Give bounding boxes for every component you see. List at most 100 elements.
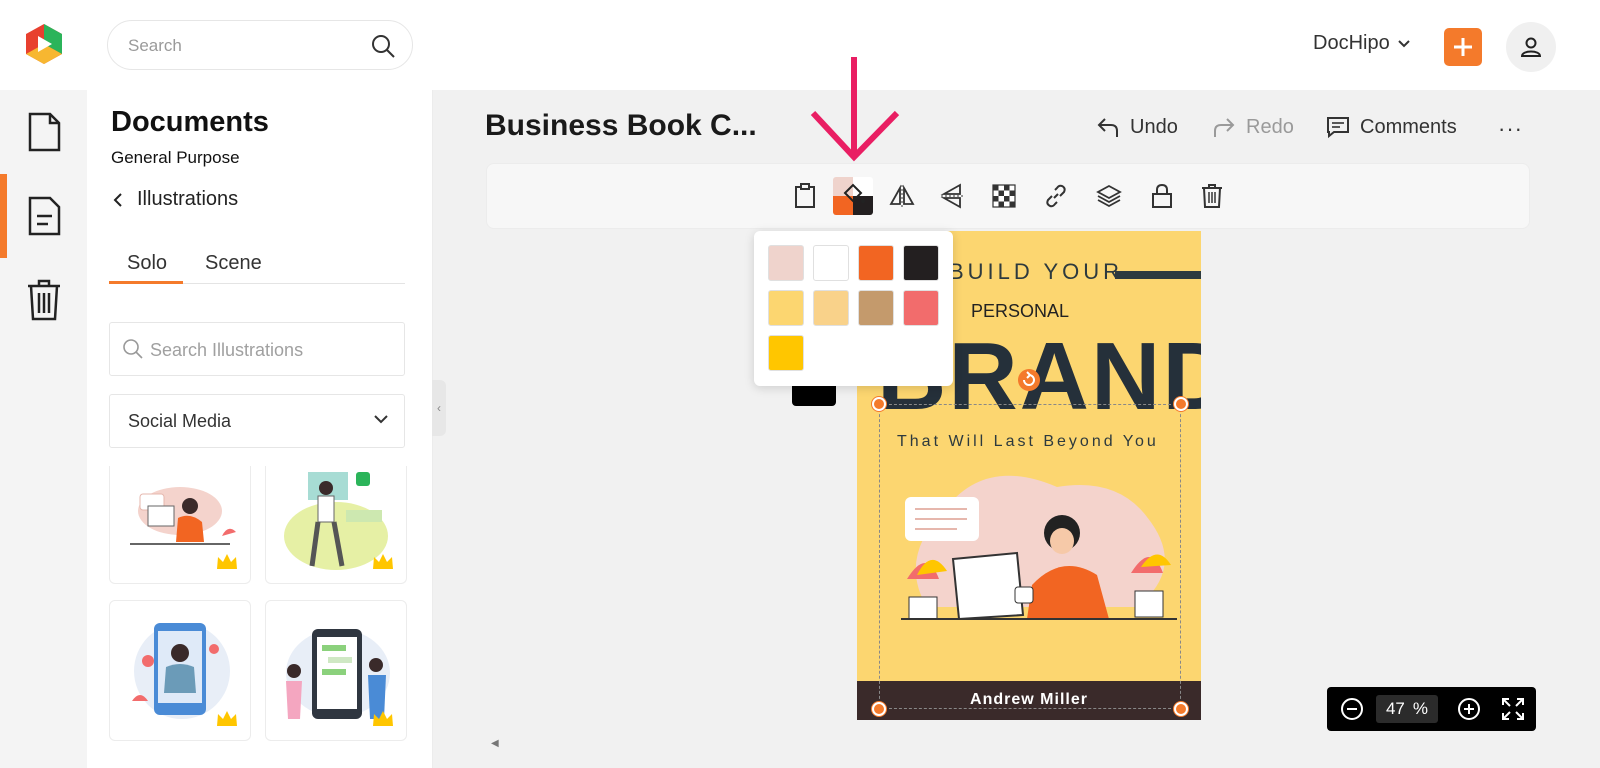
- zoom-out-icon: [1341, 698, 1363, 720]
- flip-horizontal-button[interactable]: [886, 179, 918, 213]
- tab-scene[interactable]: Scene: [205, 252, 262, 275]
- resize-handle[interactable]: [1174, 702, 1188, 716]
- tab-solo[interactable]: Solo: [127, 252, 167, 275]
- global-search: [107, 20, 413, 70]
- flip-horizontal-icon: [889, 184, 915, 207]
- link-icon: [1046, 184, 1066, 208]
- selection-box: [879, 404, 1181, 709]
- illustration-search-input[interactable]: [150, 338, 390, 362]
- illustration-thumb[interactable]: [109, 600, 251, 741]
- flip-vertical-icon: [940, 183, 963, 209]
- back-label: Illustrations: [137, 188, 239, 210]
- zoom-in-icon: [1458, 698, 1480, 720]
- rotate-handle-icon[interactable]: [1017, 368, 1041, 392]
- lock-icon: [1152, 183, 1172, 208]
- illustration-thumb[interactable]: [265, 466, 407, 584]
- flip-vertical-button[interactable]: [936, 179, 968, 213]
- premium-crown-icon: [373, 711, 393, 726]
- redo-label: Redo: [1246, 115, 1294, 138]
- comment-icon: [1327, 117, 1349, 139]
- clipboard-button[interactable]: [789, 179, 821, 213]
- premium-crown-icon: [217, 711, 237, 726]
- premium-crown-icon: [373, 554, 393, 569]
- color-swatch[interactable]: [768, 245, 804, 281]
- zoom-out-button[interactable]: [1339, 696, 1365, 722]
- illustration-thumb[interactable]: [109, 466, 251, 584]
- delete-icon: [1202, 184, 1222, 208]
- global-search-input[interactable]: [128, 34, 358, 58]
- plus-icon: [1454, 38, 1472, 56]
- fullscreen-button[interactable]: [1500, 696, 1526, 722]
- cover-personal[interactable]: PERSONAL: [971, 301, 1069, 322]
- user-icon: [1520, 37, 1542, 57]
- category-dropdown[interactable]: Social Media: [109, 394, 405, 448]
- link-button[interactable]: [1040, 179, 1072, 213]
- top-bar: DocHipo: [0, 0, 1600, 90]
- resize-handle[interactable]: [872, 397, 886, 411]
- cover-decor-bar: [1115, 271, 1201, 279]
- search-icon[interactable]: [370, 33, 396, 59]
- zoom-controls: 47 %: [1327, 687, 1536, 731]
- fill-color-button[interactable]: [833, 177, 873, 215]
- premium-crown-icon: [217, 554, 237, 569]
- document-icon: [28, 112, 60, 152]
- panel-title: Documents: [111, 106, 269, 138]
- side-panel: Documents General Purpose Illustrations …: [87, 90, 433, 768]
- category-value: Social Media: [128, 411, 232, 431]
- document-title[interactable]: Business Book C...: [485, 109, 757, 143]
- chevron-down-icon: [1397, 39, 1410, 47]
- redo-icon: [1214, 118, 1235, 137]
- color-swatch[interactable]: [813, 290, 849, 326]
- user-menu-button[interactable]: [1506, 22, 1556, 72]
- transparency-icon: [992, 184, 1016, 208]
- color-swatch[interactable]: [903, 245, 939, 281]
- undo-icon: [1097, 118, 1118, 137]
- rail-item-trash[interactable]: [0, 258, 87, 342]
- illustration-thumb[interactable]: [265, 600, 407, 741]
- clipboard-icon: [795, 183, 815, 208]
- account-name: DocHipo: [1313, 32, 1390, 54]
- app-logo[interactable]: [22, 22, 66, 66]
- zoom-unit: %: [1412, 699, 1429, 718]
- color-swatch[interactable]: [903, 290, 939, 326]
- fill-color-icon: [833, 177, 873, 215]
- annotation-arrow-icon: [810, 57, 900, 162]
- template-icon: [28, 196, 60, 236]
- comments-button[interactable]: Comments: [1326, 115, 1457, 139]
- rail-item-documents[interactable]: [0, 90, 87, 174]
- zoom-value: 47: [1385, 699, 1405, 718]
- illustration-search: [109, 322, 405, 376]
- active-tab-indicator: [109, 281, 183, 284]
- more-options-button[interactable]: ···: [1498, 116, 1523, 142]
- illustration-tabs: Solo Scene: [109, 240, 405, 284]
- account-switcher[interactable]: DocHipo: [1313, 32, 1410, 55]
- create-button[interactable]: [1444, 28, 1482, 66]
- scroll-left-arrow-icon[interactable]: ◀: [491, 738, 499, 749]
- redo-button[interactable]: Redo: [1212, 115, 1294, 139]
- left-rail: [0, 90, 87, 768]
- rail-item-templates[interactable]: [0, 174, 87, 258]
- color-swatch[interactable]: [858, 245, 894, 281]
- color-swatch[interactable]: [768, 290, 804, 326]
- search-icon: [123, 339, 143, 359]
- cover-build-your[interactable]: BUILD YOUR: [949, 259, 1123, 285]
- collapse-panel-handle[interactable]: ‹: [432, 380, 446, 436]
- color-swatch[interactable]: [858, 290, 894, 326]
- zoom-in-button[interactable]: [1456, 696, 1482, 722]
- layers-icon: [1096, 184, 1122, 208]
- color-swatch[interactable]: [813, 245, 849, 281]
- back-to-illustrations[interactable]: Illustrations: [113, 188, 238, 211]
- zoom-level[interactable]: 47 %: [1376, 695, 1438, 723]
- layers-button[interactable]: [1093, 179, 1125, 213]
- transparency-button[interactable]: [988, 179, 1020, 213]
- delete-button[interactable]: [1196, 179, 1228, 213]
- resize-handle[interactable]: [872, 702, 886, 716]
- color-swatch[interactable]: [768, 335, 804, 371]
- undo-label: Undo: [1130, 115, 1178, 138]
- undo-button[interactable]: Undo: [1096, 115, 1178, 139]
- fullscreen-icon: [1502, 698, 1524, 720]
- resize-handle[interactable]: [1174, 397, 1188, 411]
- lock-button[interactable]: [1146, 179, 1178, 213]
- panel-subtitle: General Purpose: [111, 148, 240, 167]
- chevron-left-icon: [113, 192, 122, 207]
